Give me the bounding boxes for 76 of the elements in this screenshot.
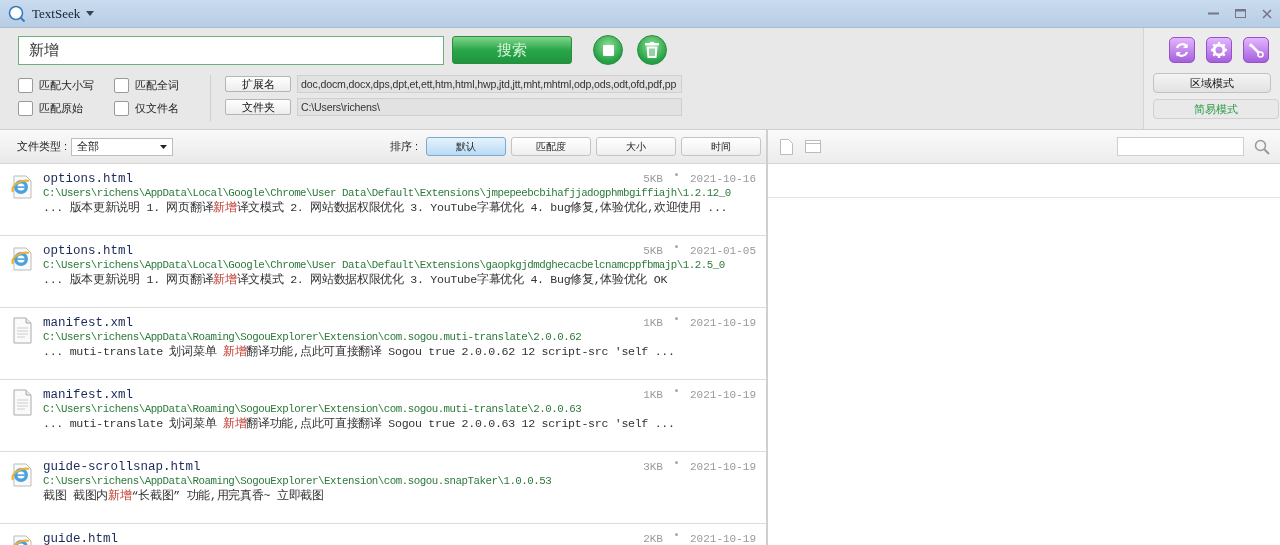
separator-dot-icon <box>675 389 678 392</box>
file-date: 2021-10-19 <box>690 533 756 545</box>
checkbox[interactable] <box>18 78 33 93</box>
checkbox-label: 匹配大小写 <box>39 78 94 93</box>
checkbox[interactable] <box>114 101 129 116</box>
file-path: C:\Users\richens\AppData\Roaming\SogouExplorer\Extension\com.sogou.muti-translate\2.0.0.62 <box>43 331 583 343</box>
match-snippet: ... muti-translate 划词菜单 新增翻译功能,点此可直接翻译 Sogou true 2.0.0.62 12 script-src 'self ... <box>43 344 676 359</box>
file-size: 1KB <box>643 317 663 329</box>
checkbox-label: 匹配全词 <box>135 78 179 93</box>
file-date: 2021-10-19 <box>690 389 756 401</box>
separator-dot-icon <box>675 461 678 464</box>
settings-button[interactable] <box>1206 37 1232 63</box>
sort-label: 排序 : <box>389 139 418 154</box>
file-size: 5KB <box>643 173 663 185</box>
refresh-icon <box>1174 42 1190 58</box>
file-name[interactable]: options.html <box>43 172 133 186</box>
filter-button[interactable]: 扩展名 <box>225 76 291 92</box>
window-title: TextSeek <box>32 5 81 22</box>
file-size: 1KB <box>643 389 663 401</box>
file-date: 2021-01-05 <box>690 245 756 257</box>
file-date: 2021-10-19 <box>690 461 756 473</box>
separator-dot-icon <box>675 317 678 320</box>
file-name[interactable]: manifest.xml <box>43 316 133 330</box>
file-date: 2021-10-19 <box>690 317 756 329</box>
sort-button[interactable]: 默认 <box>426 137 506 156</box>
checkbox-label: 仅文件名 <box>135 101 179 116</box>
file-type-label: 文件类型 : <box>17 139 68 154</box>
stop-icon <box>602 44 614 56</box>
file-name[interactable]: manifest.xml <box>43 388 133 402</box>
separator-dot-icon <box>675 245 678 248</box>
match-snippet: ... muti-translate 划词菜单 新增翻译功能,点此可直接翻译 Sogou true 2.0.0.63 12 script-src 'self ... <box>43 416 676 431</box>
find-field[interactable] <box>1117 137 1244 156</box>
file-date: 2021-10-16 <box>690 173 756 185</box>
stop-button[interactable] <box>593 35 623 65</box>
checkbox[interactable] <box>114 78 129 93</box>
sort-button[interactable]: 匹配度 <box>511 137 591 156</box>
search-field[interactable]: 新增 <box>18 35 444 65</box>
document-icon[interactable] <box>780 138 793 155</box>
match-snippet: ... 版本更新说明 1. 网页翻译新增译文模式 2. 网站数据权限优化 3. YouTube字幕优化 4. Bug修复,体验优化 OK <box>43 272 669 287</box>
minimize-icon[interactable] <box>1208 12 1219 15</box>
file-size: 5KB <box>643 245 663 257</box>
search-icon[interactable] <box>1254 138 1270 155</box>
gear-icon <box>1211 42 1227 58</box>
caret-icon <box>160 144 168 149</box>
wrench-icon <box>1248 42 1264 58</box>
checkbox[interactable] <box>18 101 33 116</box>
filter-field[interactable]: C:\Users\richens\ <box>297 98 682 116</box>
match-snippet: 截图 截图内新增“长截图” 功能,用完真香~ 立即截图 <box>43 488 325 503</box>
trash-icon <box>645 42 659 58</box>
filter-field[interactable]: doc,docm,docx,dps,dpt,et,ett,htm,html,hwp,jtd,jtt,mht,mhtml,odp,ods,odt,ofd,pdf,pp <box>297 75 682 93</box>
mode-tab[interactable]: 区域模式 <box>1153 73 1271 93</box>
sort-button[interactable]: 时间 <box>681 137 761 156</box>
file-size: 3KB <box>643 461 663 473</box>
file-path: C:\Users\richens\AppData\Local\Google\Chrome\User Data\Default\Extensions\jmpepeebcbihafjjadogphmbgiffiajh\1.2.12_0 <box>43 187 732 199</box>
app-logo-icon <box>8 4 26 23</box>
file-name[interactable]: guide.html <box>43 532 118 545</box>
dropdown-caret-icon[interactable] <box>86 11 95 16</box>
close-icon[interactable] <box>1262 8 1272 19</box>
separator-dot-icon <box>675 173 678 176</box>
match-snippet: ... 版本更新说明 1. 网页翻译新增译文模式 2. 网站数据权限优化 3. YouTube字幕优化 4. bug修复,体验优化,欢迎使用 ... <box>43 200 729 215</box>
maximize-icon[interactable] <box>1235 9 1246 18</box>
clear-button[interactable] <box>637 35 667 65</box>
separator-dot-icon <box>675 533 678 536</box>
file-path: C:\Users\richens\AppData\Roaming\SogouExplorer\Extension\com.sogou.muti-translate\2.0.0.63 <box>43 403 583 415</box>
file-size: 2KB <box>643 533 663 545</box>
refresh-button[interactable] <box>1169 37 1195 63</box>
file-path: C:\Users\richens\AppData\Local\Google\Chrome\User Data\Default\Extensions\gaopkgjdmdghecacbelcnamcppfbmajp\1.2.5_0 <box>43 259 726 271</box>
filter-button[interactable]: 文件夹 <box>225 99 291 115</box>
checkbox-label: 匹配原始 <box>39 101 83 116</box>
file-type-dropdown[interactable]: 全部 <box>71 137 174 156</box>
file-name[interactable]: options.html <box>43 244 133 258</box>
window-icon[interactable] <box>805 140 821 153</box>
sort-button[interactable]: 大小 <box>596 137 676 156</box>
file-path: C:\Users\richens\AppData\Roaming\SogouExplorer\Extension\com.sogou.snapTaker\1.0.0.53 <box>43 475 553 487</box>
file-name[interactable]: guide-scrollsnap.html <box>43 460 201 474</box>
tools-button[interactable] <box>1243 37 1269 63</box>
